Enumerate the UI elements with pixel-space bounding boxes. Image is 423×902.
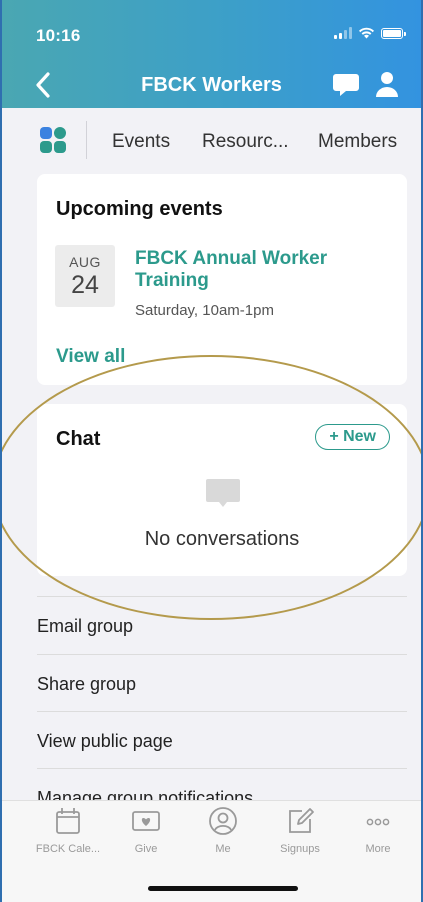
more-icon <box>366 818 390 826</box>
upcoming-events-title: Upcoming events <box>56 198 223 220</box>
bottom-nav-label: FBCK Cale... <box>35 843 101 855</box>
bottom-nav-label: Signups <box>280 843 320 855</box>
tab-events[interactable]: Events <box>112 131 170 153</box>
share-group-item[interactable]: Share group <box>37 656 407 713</box>
tab-divider <box>86 121 87 159</box>
bottom-nav-me[interactable]: Me <box>188 805 258 855</box>
view-public-page-item[interactable]: View public page <box>37 713 407 770</box>
phone-screen: 10:16 FBCK Workers Events Resourc... Mem… <box>0 0 423 902</box>
person-icon[interactable] <box>375 70 399 98</box>
event-day: 24 <box>71 271 99 299</box>
bottom-nav-label: Me <box>215 843 231 855</box>
grid-apps-icon[interactable] <box>39 126 67 154</box>
bottom-nav-give[interactable]: Give <box>111 805 181 855</box>
bottom-nav-signups[interactable]: Signups <box>265 805 335 855</box>
person-circle-icon <box>209 807 237 835</box>
empty-chat-icon <box>206 479 240 507</box>
tab-members[interactable]: Members <box>318 131 397 153</box>
status-time: 10:16 <box>36 26 81 45</box>
chat-card: Chat + New No conversations <box>37 404 407 576</box>
calendar-icon <box>56 808 80 834</box>
bottom-nav-calendar[interactable]: FBCK Cale... <box>33 805 103 855</box>
give-icon <box>132 811 160 831</box>
chat-bubble-icon[interactable] <box>332 72 360 98</box>
wifi-icon <box>359 27 374 39</box>
event-month: AUG <box>69 254 101 270</box>
email-group-item[interactable]: Email group <box>37 598 407 655</box>
view-all-link[interactable]: View all <box>56 346 125 368</box>
new-chat-button-label: + New <box>329 428 376 445</box>
upcoming-events-card: Upcoming events AUG 24 FBCK Annual Worke… <box>37 174 407 385</box>
bottom-nav-more[interactable]: More <box>343 805 413 855</box>
bottom-nav-label: More <box>365 843 391 855</box>
divider <box>37 596 407 597</box>
bottom-nav-label: Give <box>134 843 158 855</box>
event-time: Saturday, 10am-1pm <box>135 302 274 319</box>
tab-resources[interactable]: Resourc... <box>202 131 289 153</box>
event-title-link[interactable]: FBCK Annual Worker Training <box>135 248 375 292</box>
event-date-badge: AUG 24 <box>55 245 115 307</box>
signal-icon <box>334 27 352 39</box>
divider <box>37 711 407 712</box>
divider <box>37 654 407 655</box>
home-indicator <box>148 886 298 891</box>
edit-icon <box>289 808 314 833</box>
new-chat-button[interactable]: + New <box>315 424 390 450</box>
no-conversations-text: No conversations <box>144 528 300 550</box>
divider <box>37 768 407 769</box>
header: 10:16 FBCK Workers <box>2 0 421 108</box>
status-icons <box>334 27 406 39</box>
chat-title: Chat <box>56 428 101 450</box>
battery-icon <box>381 27 406 39</box>
